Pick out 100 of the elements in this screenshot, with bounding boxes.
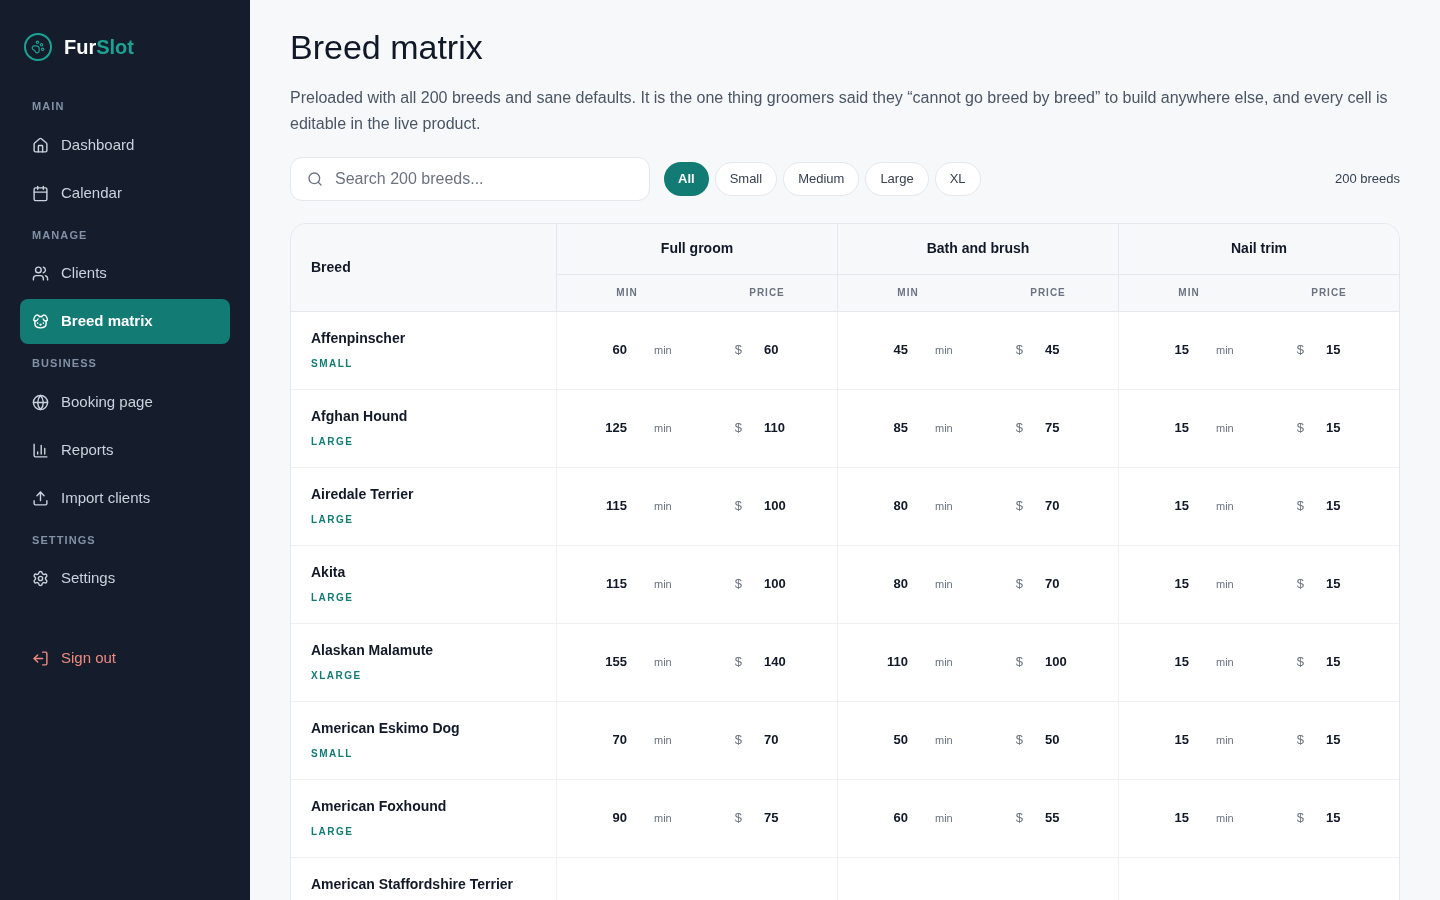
minutes-value[interactable]: 15 [1119, 496, 1189, 516]
nav-item[interactable]: Breed matrix [20, 299, 230, 344]
unit-label: min [654, 342, 672, 358]
unit-label: min [1216, 420, 1234, 436]
filter-chip[interactable]: All [664, 161, 709, 196]
page-description: Preloaded with all 200 breeds and sane defaults. It is the one thing groomers said they “cannot go breed by breed” to build anywhere else, and every cell is editable in the live product. [290, 87, 1389, 134]
price-value[interactable]: 45 [1044, 340, 1060, 360]
price-value[interactable]: 75 [1044, 418, 1060, 438]
minutes-value[interactable]: 155 [557, 652, 627, 672]
currency-label: $ [734, 341, 742, 360]
currency-label: $ [1015, 497, 1023, 516]
minutes-value[interactable]: 115 [557, 574, 627, 594]
currency-label: $ [1015, 809, 1023, 828]
page-title: Breed matrix [290, 27, 484, 68]
users-icon [32, 265, 49, 282]
minutes-value[interactable]: 50 [838, 730, 908, 750]
minutes-value[interactable]: 70 [557, 730, 627, 750]
nav-item[interactable]: Import clients [20, 475, 230, 521]
unit-label: min [1216, 342, 1234, 358]
price-value[interactable]: 15 [1325, 574, 1341, 594]
currency-label: $ [1296, 809, 1304, 828]
breed-name: American Staffordshire Terrier [311, 874, 515, 894]
price-value[interactable]: 100 [1044, 652, 1067, 672]
unit-label: min [935, 420, 953, 436]
price-value[interactable]: 15 [1325, 418, 1341, 438]
breed-name: American Eskimo Dog [311, 718, 461, 738]
minutes-value[interactable]: 15 [1119, 574, 1189, 594]
filter-chip[interactable]: Large [865, 161, 929, 196]
currency-label: $ [734, 809, 742, 828]
price-value[interactable]: 15 [1325, 496, 1341, 516]
filter-chip[interactable]: XL [934, 161, 981, 196]
minutes-value[interactable]: 15 [1119, 652, 1189, 672]
sign-out-icon [32, 650, 49, 667]
nav-item[interactable]: Dashboard [20, 122, 230, 168]
search-field[interactable]: Search 200 breeds... [290, 156, 650, 201]
minutes-value[interactable]: 15 [1119, 730, 1189, 750]
size-label: LARGE [311, 434, 355, 449]
paw-logo-icon [24, 33, 52, 61]
minutes-value[interactable]: 80 [838, 496, 908, 516]
minutes-value[interactable]: 60 [557, 340, 627, 360]
unit-label: min [654, 732, 672, 748]
price-value[interactable]: 15 [1325, 808, 1341, 828]
section-label: MAIN [31, 99, 66, 114]
bar-chart-icon [32, 441, 49, 459]
dog-face-icon [32, 313, 49, 330]
filter-chip[interactable]: Small [714, 161, 778, 196]
subcolumn-header: MIN [1178, 286, 1200, 300]
minutes-value[interactable]: 45 [838, 340, 908, 360]
nav-item[interactable]: Booking page [20, 379, 230, 425]
price-value[interactable]: 110 [763, 418, 785, 438]
breed-name: Akita [311, 562, 347, 582]
nav-item[interactable]: Settings [20, 556, 230, 601]
minutes-value[interactable]: 90 [557, 808, 627, 828]
minutes-value[interactable]: 80 [838, 574, 908, 594]
price-value[interactable]: 70 [763, 730, 779, 750]
price-value[interactable]: 75 [763, 808, 779, 828]
subcolumn-header: PRICE [1030, 286, 1066, 300]
price-value[interactable]: 140 [763, 652, 786, 672]
nav-item[interactable]: Reports [20, 427, 230, 473]
price-value[interactable]: 70 [1044, 574, 1060, 594]
home-icon [32, 136, 49, 154]
price-value[interactable]: 100 [763, 496, 786, 516]
currency-label: $ [1296, 419, 1304, 438]
minutes-value[interactable]: 125 [557, 418, 627, 438]
minutes-value[interactable]: 85 [838, 418, 908, 438]
subcolumn-header: PRICE [1311, 286, 1347, 300]
section-label: BUSINESS [31, 356, 99, 371]
currency-label: $ [1296, 575, 1304, 594]
minutes-value[interactable]: 15 [1119, 808, 1189, 828]
section-label: MANAGE [31, 227, 89, 243]
breed-name: Alaskan Malamute [311, 640, 435, 660]
column-header: Breed [310, 257, 352, 277]
upload-icon [32, 489, 49, 507]
price-value[interactable]: 15 [1325, 340, 1341, 360]
price-value[interactable]: 55 [1044, 808, 1060, 828]
unit-label: min [654, 420, 672, 436]
price-value[interactable]: 15 [1325, 730, 1341, 750]
search-input[interactable]: Search 200 breeds... [335, 166, 633, 191]
minutes-value[interactable]: 15 [1119, 340, 1189, 360]
currency-label: $ [1015, 341, 1023, 360]
sign-out-button[interactable]: Sign out [20, 636, 230, 681]
nav-item[interactable]: Calendar [20, 170, 230, 216]
currency-label: $ [734, 653, 742, 672]
section-label: SETTINGS [31, 532, 97, 548]
price-value[interactable]: 60 [763, 340, 779, 360]
unit-label: min [935, 498, 953, 514]
price-value[interactable]: 15 [1325, 652, 1341, 672]
filter-chip[interactable]: Medium [783, 161, 860, 196]
nav-item[interactable]: Clients [20, 251, 230, 296]
size-label: LARGE [311, 824, 355, 839]
size-label: SMALL [311, 746, 354, 761]
currency-label: $ [1296, 341, 1304, 360]
minutes-value[interactable]: 60 [838, 808, 908, 828]
size-label: LARGE [311, 590, 355, 605]
minutes-value[interactable]: 115 [557, 496, 627, 516]
price-value[interactable]: 100 [763, 574, 786, 594]
minutes-value[interactable]: 110 [838, 652, 908, 672]
minutes-value[interactable]: 15 [1119, 418, 1189, 438]
price-value[interactable]: 70 [1044, 496, 1060, 516]
price-value[interactable]: 50 [1044, 730, 1060, 750]
